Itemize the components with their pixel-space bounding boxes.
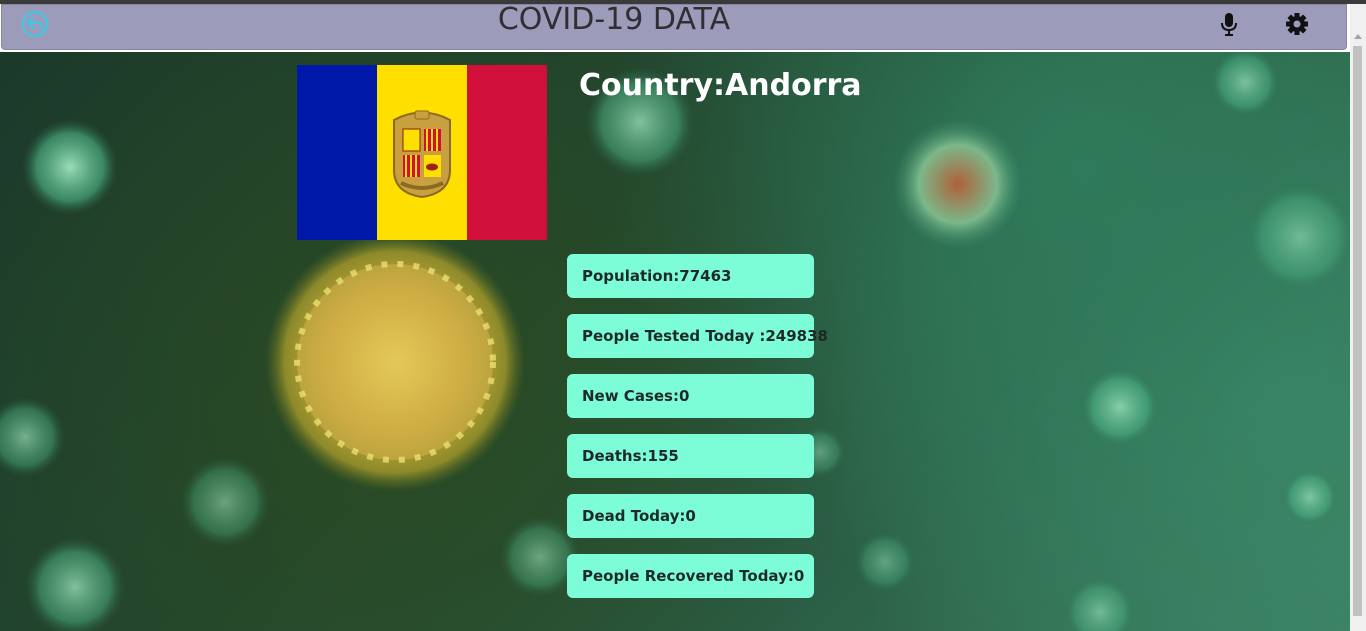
dead-today-card: Dead Today:0: [567, 494, 814, 538]
population-card: Population:77463: [567, 254, 814, 298]
settings-button[interactable]: [1284, 11, 1310, 37]
coat-of-arms-emblem: [393, 110, 451, 199]
top-app-bar: COVID-19 DATA: [1, 4, 1347, 50]
recovered-today-card: People Recovered Today:0: [567, 554, 814, 598]
scrollbar-thumb[interactable]: [1353, 46, 1362, 616]
new-cases-card: New Cases:0: [567, 374, 814, 418]
scroll-up-arrow-icon[interactable]: [1354, 34, 1362, 39]
voice-search-button[interactable]: [1216, 11, 1242, 37]
gear-icon: [1286, 13, 1308, 35]
country-name-heading: Country:Andorra: [579, 68, 862, 103]
page-title: COVID-19 DATA: [497, 4, 731, 37]
page: COVID-19 DATA Country:Andorra Population…: [0, 4, 1350, 631]
microphone-icon: [1221, 13, 1237, 36]
tested-today-card: People Tested Today :249838: [567, 314, 828, 358]
country-flag: [297, 65, 547, 240]
deaths-card: Deaths:155: [567, 434, 814, 478]
vertical-scrollbar[interactable]: [1350, 4, 1366, 631]
